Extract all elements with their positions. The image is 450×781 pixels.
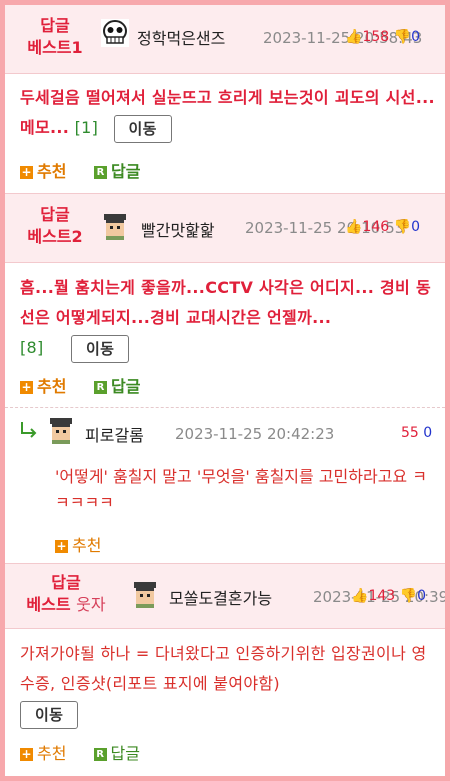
reply-button[interactable]: R 답글 — [94, 373, 140, 397]
comment-actions: + 추천 R 답글 — [20, 158, 162, 182]
comment-text: '어떻게' 훔칠지 말고 '무엇을' 훔칠지를 고민하라고요 ㅋㅋㅋㅋㅋ — [55, 467, 427, 512]
plus-icon: + — [20, 380, 33, 394]
reply-count[interactable]: [1] — [75, 118, 99, 137]
down-vote-count: 0 — [411, 29, 420, 45]
move-button[interactable]: 이동 — [20, 700, 79, 729]
up-vote-count: 143 — [368, 588, 396, 604]
plus-icon: + — [20, 165, 33, 179]
up-vote-count[interactable]: 55 — [401, 425, 419, 441]
best-reply-badge: 답글 베스트2 — [19, 204, 91, 248]
down-vote-count: 0 — [417, 588, 426, 604]
recommend-button[interactable]: + 추천 — [20, 740, 66, 764]
vote-counts: 👍146 👎0 — [345, 219, 420, 235]
vote-counts: 👍143 👎0 — [351, 588, 426, 604]
plus-icon: + — [55, 539, 68, 553]
pixel-person-avatar-icon[interactable] — [47, 416, 75, 444]
move-button[interactable]: 이동 — [70, 334, 130, 363]
reply-label: 답글 — [111, 162, 141, 181]
nickname[interactable]: 피로갈롬 — [85, 422, 144, 446]
comment-header: 답글 베스트2 빨간맛핥핥 2023-11-25 20:10:53 👍146 👎… — [5, 194, 445, 263]
comment-text: 흠...뭘 훔치는게 좋을까...CCTV 사각은 어디지... 경비 동선은 … — [20, 278, 431, 327]
reply-arrow-icon — [21, 422, 37, 438]
plus-icon: + — [20, 747, 33, 761]
down-vote-count: 0 — [411, 219, 420, 235]
nickname[interactable]: 빨간맛핥핥 — [141, 217, 215, 241]
recommend-label: 추천 — [37, 377, 67, 396]
best-reply-badge: 답글 베스트 웃자 — [19, 572, 113, 616]
reply-button[interactable]: R 답글 — [94, 158, 140, 182]
reply-icon: R — [94, 166, 108, 179]
recommend-button[interactable]: + 추천 — [20, 158, 66, 182]
badge-label: 답글 — [40, 16, 70, 35]
comment-text: 가져가야될 하나 = 다녀왔다고 인증하기위한 입장권이나 영수증, 인증샷(리… — [20, 644, 427, 693]
reply-button[interactable]: R 답글 — [93, 740, 140, 764]
thumbs-up-icon[interactable]: 👍 — [345, 219, 362, 235]
badge-label: 답글 — [51, 573, 81, 592]
comment-actions: + 추천 — [55, 532, 123, 556]
reply-label: 답글 — [111, 377, 141, 396]
pixel-person-avatar-icon[interactable] — [101, 212, 129, 240]
comment-header: 답글 베스트1 정학먹은샌즈 2023-11-25 20:58:43 👍158 … — [5, 5, 445, 74]
comment-header: 답글 베스트 웃자 모쏠도결혼가능 2023-11-25 20:39:14 👍1… — [5, 563, 445, 629]
comment-body: 두세걸음 떨어져서 실눈뜨고 흐리게 보는것이 괴도의 시선... 메모... … — [20, 83, 435, 143]
badge-rank: 베스트1 — [27, 38, 83, 57]
skull-avatar-icon[interactable] — [101, 19, 129, 47]
thumbs-up-icon[interactable]: 👍 — [345, 29, 362, 45]
comment-date: 2023-11-25 20:42:23 — [175, 425, 335, 443]
down-vote-count[interactable]: 0 — [423, 425, 432, 441]
vote-counts: 👍158 👎0 — [345, 29, 420, 45]
recommend-button[interactable]: + 추천 — [20, 373, 66, 397]
thumbs-up-icon[interactable]: 👍 — [351, 588, 368, 604]
pixel-person-avatar-icon[interactable] — [131, 580, 159, 608]
up-vote-count: 146 — [362, 219, 390, 235]
nickname[interactable]: 정학먹은샌즈 — [137, 25, 225, 49]
recommend-label: 추천 — [37, 162, 67, 181]
badge-rank: 베스트 — [26, 595, 71, 614]
best-reply-badge: 답글 베스트1 — [19, 15, 91, 59]
reply-count[interactable]: [8] — [20, 338, 44, 357]
comment-list: 답글 베스트1 정학먹은샌즈 2023-11-25 20:58:43 👍158 … — [0, 0, 450, 781]
badge-rank: 베스트2 — [27, 227, 83, 246]
reply-icon: R — [93, 748, 107, 761]
nickname[interactable]: 모쏠도결혼가능 — [169, 585, 272, 609]
thumbs-down-icon[interactable]: 👎 — [394, 219, 411, 235]
reply-comment: 피로갈롬 2023-11-25 20:42:23 55 0 '어떻게' 훔칠지 … — [5, 408, 445, 563]
thumbs-down-icon[interactable]: 👎 — [394, 29, 411, 45]
comment-actions: + 추천 R 답글 — [20, 740, 162, 764]
recommend-button[interactable]: + 추천 — [55, 532, 101, 556]
up-vote-count: 158 — [362, 29, 390, 45]
badge-suffix: 웃자 — [76, 595, 106, 614]
badge-label: 답글 — [40, 205, 70, 224]
vote-counts: 55 0 — [401, 425, 432, 441]
move-button[interactable]: 이동 — [113, 114, 172, 143]
recommend-label: 추천 — [37, 744, 67, 763]
comment-body: 흠...뭘 훔치는게 좋을까...CCTV 사각은 어디지... 경비 동선은 … — [20, 273, 435, 363]
reply-icon: R — [94, 381, 108, 394]
recommend-label: 추천 — [72, 536, 102, 555]
reply-label: 답글 — [110, 744, 140, 763]
comment-body: 가져가야될 하나 = 다녀왔다고 인증하기위한 입장권이나 영수증, 인증샷(리… — [20, 639, 435, 729]
comment-actions: + 추천 R 답글 — [20, 373, 162, 397]
thumbs-down-icon[interactable]: 👎 — [400, 588, 417, 604]
